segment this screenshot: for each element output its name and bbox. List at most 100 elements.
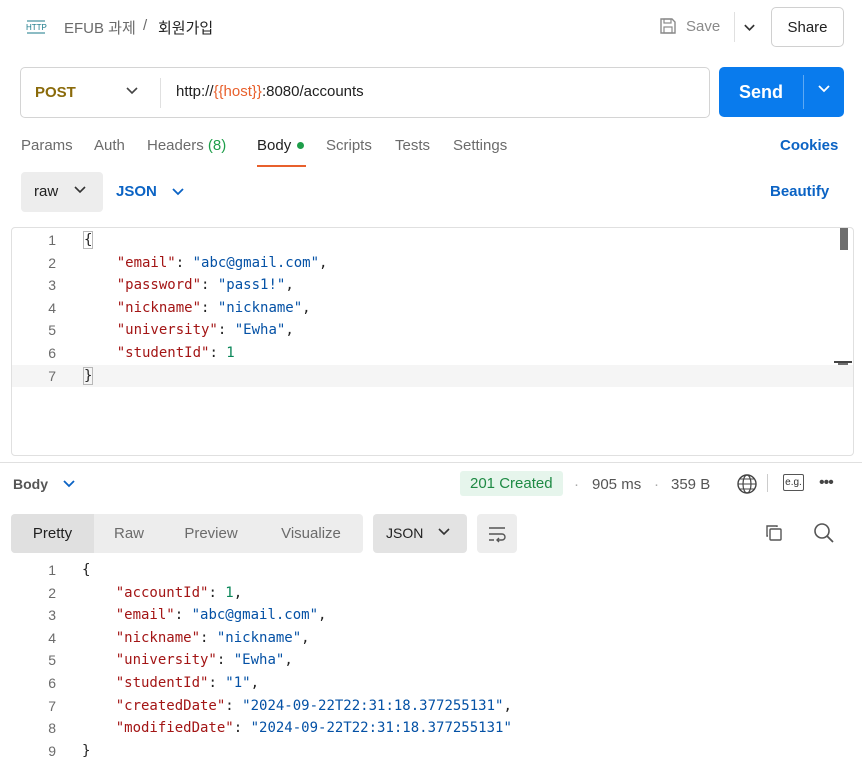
chevron-down-icon xyxy=(438,528,450,536)
request-title[interactable]: 회원가입 xyxy=(158,17,213,38)
json-value: "Ewha" xyxy=(234,322,286,339)
code-line: 9} xyxy=(0,740,862,762)
json-key: "accountId" xyxy=(115,584,209,601)
response-body-viewer[interactable]: 1{2 "accountId": 1, 3 "email": "abc@gmail… xyxy=(0,558,862,772)
bracket: { xyxy=(83,231,94,249)
body-language-select[interactable]: JSON xyxy=(116,183,185,200)
line-number: 2 xyxy=(48,254,56,271)
json-value: 1 xyxy=(226,345,235,361)
line-number: 5 xyxy=(48,652,56,669)
json-value: "abc@gmail.com" xyxy=(191,607,319,624)
bracket: { xyxy=(82,562,91,578)
active-tab-indicator xyxy=(257,165,306,167)
json-value: "abc@gmail.com" xyxy=(192,254,320,271)
request-body-editor[interactable]: 1{2 "email": "abc@gmail.com", 3 "password… xyxy=(11,227,854,456)
bracket: } xyxy=(83,366,94,385)
json-value: "nickname" xyxy=(216,629,302,646)
json-comma: , xyxy=(233,584,243,601)
more-options-icon[interactable]: ••• xyxy=(819,474,834,492)
response-format-select[interactable]: JSON xyxy=(373,514,467,553)
json-comma: , xyxy=(285,277,294,294)
line-number: 1 xyxy=(48,232,56,248)
meta-separator: · xyxy=(654,476,659,493)
http-request-icon: HTTP xyxy=(26,20,47,34)
json-value: "Ewha" xyxy=(233,652,285,669)
line-number: 9 xyxy=(48,742,56,759)
code-line: 7 "createdDate": "2024-09-22T22:31:18.37… xyxy=(0,695,862,717)
cookies-link[interactable]: Cookies xyxy=(780,137,838,154)
tab-body[interactable]: Body xyxy=(257,137,305,154)
search-icon[interactable] xyxy=(813,522,835,544)
code-text: "createdDate": "2024-09-22T22:31:18.3772… xyxy=(115,697,512,714)
line-number: 2 xyxy=(48,584,56,601)
json-comma: , xyxy=(503,697,512,714)
url-suffix: :8080/accounts xyxy=(261,83,364,100)
code-text: "nickname": "nickname", xyxy=(115,629,310,646)
headers-count: (8) xyxy=(207,137,227,154)
chevron-down-icon[interactable] xyxy=(817,84,831,94)
breadcrumb-collection[interactable]: EFUB 과제 xyxy=(64,17,136,38)
response-time[interactable]: 905 ms xyxy=(592,476,641,493)
send-button[interactable]: Send xyxy=(719,67,844,117)
tab-headers[interactable]: Headers (8) xyxy=(147,137,226,154)
method-select[interactable]: POST xyxy=(35,84,76,101)
code-text: "university": "Ewha", xyxy=(115,652,293,669)
divider xyxy=(767,474,768,492)
response-size[interactable]: 359 B xyxy=(671,476,710,493)
json-comma: , xyxy=(285,322,294,339)
save-icon xyxy=(660,18,676,34)
code-text: "studentId": "1", xyxy=(115,675,260,691)
body-modified-dot xyxy=(297,141,305,149)
view-visualize[interactable]: Visualize xyxy=(269,514,353,553)
body-language-label: JSON xyxy=(116,183,157,200)
save-button[interactable]: Save xyxy=(658,16,720,36)
divider xyxy=(803,75,804,109)
beautify-button[interactable]: Beautify xyxy=(770,183,829,200)
view-pretty[interactable]: Pretty xyxy=(11,514,94,553)
code-line: 5 "university": "Ewha", xyxy=(12,319,853,341)
code-line: 2 "accountId": 1, xyxy=(0,582,862,604)
json-key: "email" xyxy=(115,607,175,624)
response-body-select[interactable]: Body xyxy=(13,476,76,492)
view-preview[interactable]: Preview xyxy=(171,514,251,553)
tab-settings[interactable]: Settings xyxy=(453,137,507,154)
code-line: 6 "studentId": "1", xyxy=(0,672,862,694)
json-key: "nickname" xyxy=(115,629,201,646)
chevron-down-icon[interactable] xyxy=(125,86,139,96)
url-bar: POST http://{{host}}:8080/accounts xyxy=(20,67,710,118)
status-badge[interactable]: 201 Created xyxy=(460,471,563,496)
json-key: "university" xyxy=(116,322,218,339)
json-comma: , xyxy=(319,254,328,271)
top-bar: HTTP EFUB 과제 / 회원가입 Save Share xyxy=(0,0,862,54)
line-number: 5 xyxy=(48,322,56,339)
response-divider[interactable] xyxy=(0,462,862,463)
json-value: "2024-09-22T22:31:18.377255131" xyxy=(250,720,512,737)
wrap-lines-button[interactable] xyxy=(477,514,517,553)
view-raw[interactable]: Raw xyxy=(94,514,164,553)
copy-icon[interactable] xyxy=(764,523,784,543)
line-number: 3 xyxy=(48,607,56,624)
save-example-icon[interactable]: e.g. xyxy=(783,474,804,491)
json-key: "nickname" xyxy=(116,299,202,316)
tab-tests[interactable]: Tests xyxy=(395,137,430,154)
tab-auth[interactable]: Auth xyxy=(94,137,125,154)
json-comma: , xyxy=(302,299,311,316)
code-text: "university": "Ewha", xyxy=(116,322,294,339)
json-key: "modifiedDate" xyxy=(115,720,234,737)
share-button[interactable]: Share xyxy=(771,7,844,47)
code-line: 6 "studentId": 1 xyxy=(12,342,853,364)
json-key: "email" xyxy=(116,254,176,271)
json-comma: , xyxy=(318,607,327,624)
code-text: } xyxy=(82,740,90,762)
globe-icon[interactable] xyxy=(736,473,758,495)
tab-params[interactable]: Params xyxy=(21,137,73,154)
json-value: 1 xyxy=(225,584,234,601)
save-options-button[interactable] xyxy=(734,12,756,42)
tab-scripts[interactable]: Scripts xyxy=(326,137,372,154)
code-text: { xyxy=(82,559,90,581)
body-mode-select[interactable]: raw xyxy=(21,172,103,212)
json-key: "createdDate" xyxy=(115,697,226,714)
chevron-down-icon xyxy=(744,24,755,31)
url-input[interactable]: http://{{host}}:8080/accounts xyxy=(176,83,364,100)
json-comma: , xyxy=(284,652,293,669)
